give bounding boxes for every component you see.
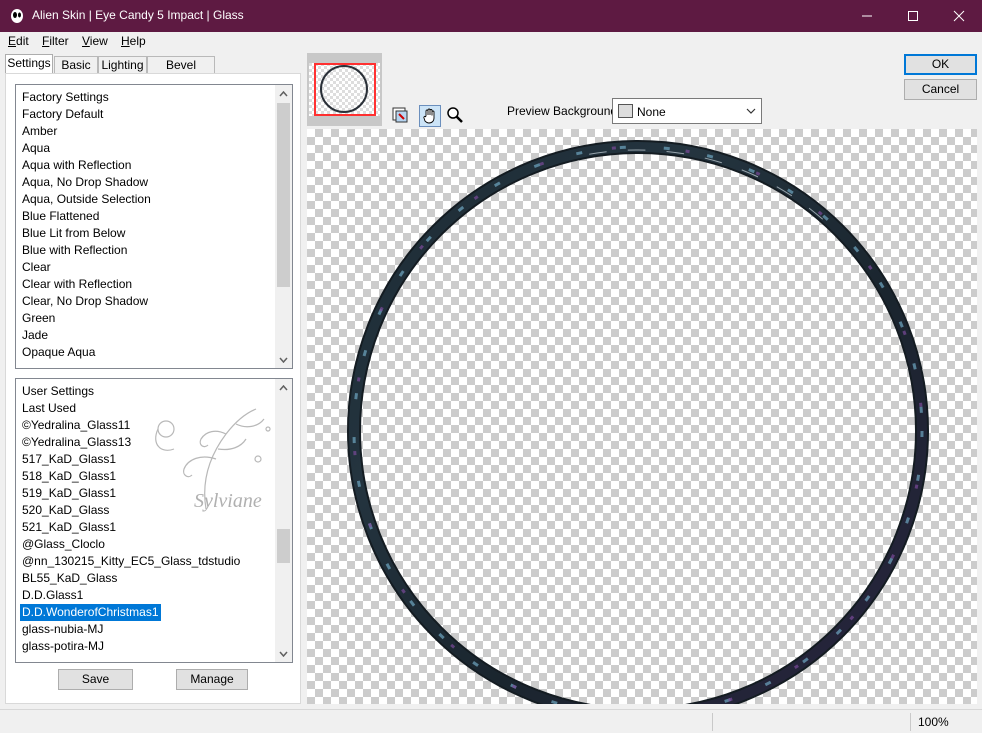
zoom-level: 100% bbox=[918, 715, 949, 729]
preview-canvas[interactable] bbox=[307, 129, 977, 704]
list-item[interactable]: Green bbox=[22, 310, 55, 327]
magnifier-icon bbox=[447, 107, 463, 123]
list-item[interactable]: Clear with Reflection bbox=[22, 276, 132, 293]
list-item[interactable]: Aqua with Reflection bbox=[22, 157, 131, 174]
preview-background-select[interactable]: None bbox=[612, 98, 762, 124]
settings-panel: Factory Settings Factory Default Amber Aqu… bbox=[5, 73, 301, 704]
menu-filter[interactable]: Filter bbox=[42, 34, 69, 48]
status-separator bbox=[910, 713, 911, 731]
status-separator bbox=[712, 713, 713, 731]
chevron-down-icon bbox=[746, 108, 756, 114]
chevron-up-icon bbox=[279, 90, 288, 96]
list-item[interactable]: Clear bbox=[22, 259, 51, 276]
menu-view-key: V bbox=[82, 34, 90, 48]
window-title: Alien Skin | Eye Candy 5 Impact | Glass bbox=[32, 8, 244, 22]
user-scrollbar[interactable] bbox=[275, 379, 292, 662]
ok-button[interactable]: OK bbox=[904, 54, 977, 75]
watermark-signature: Sylviane bbox=[194, 490, 262, 512]
zoom-tool-button[interactable] bbox=[445, 105, 467, 127]
scroll-down-arrow[interactable] bbox=[275, 645, 292, 662]
list-item[interactable]: @nn_130215_Kitty_EC5_Glass_tdstudio bbox=[22, 553, 240, 570]
menu-edit-label: dit bbox=[16, 34, 29, 48]
menu-edit[interactable]: Edit bbox=[8, 34, 29, 48]
list-item[interactable]: Aqua bbox=[22, 140, 50, 157]
list-item[interactable]: @Glass_Cloclo bbox=[22, 536, 105, 553]
user-settings-list[interactable]: User Settings Last Used ©Yedralina_Glass1… bbox=[15, 378, 293, 663]
list-item[interactable]: 517_KaD_Glass1 bbox=[22, 451, 116, 468]
hand-icon bbox=[423, 108, 435, 124]
list-item[interactable]: D.D.Glass1 bbox=[22, 587, 83, 604]
tab-settings[interactable]: Settings bbox=[5, 54, 53, 74]
maximize-icon bbox=[908, 11, 918, 21]
factory-settings-header: Factory Settings bbox=[22, 90, 109, 104]
minimize-icon bbox=[862, 15, 872, 17]
background-swatch bbox=[618, 104, 633, 118]
close-button[interactable] bbox=[936, 0, 982, 32]
factory-settings-list[interactable]: Factory Settings Factory Default Amber Aqu… bbox=[15, 84, 293, 369]
list-item[interactable]: BL55_KaD_Glass bbox=[22, 570, 117, 587]
chevron-up-icon bbox=[279, 384, 288, 390]
chevron-down-icon bbox=[279, 357, 288, 363]
preview-thumbnail[interactable] bbox=[307, 53, 382, 126]
preview-background-value: None bbox=[637, 105, 666, 119]
hand-tool-button[interactable] bbox=[419, 105, 441, 127]
scroll-thumb[interactable] bbox=[277, 529, 290, 563]
menu-view-label: iew bbox=[89, 34, 108, 48]
list-item[interactable]: Last Used bbox=[22, 400, 76, 417]
watermark-flourish-icon: Sylviane bbox=[155, 408, 271, 512]
title-bar: Alien Skin | Eye Candy 5 Impact | Glass bbox=[0, 0, 982, 32]
maximize-button[interactable] bbox=[890, 0, 936, 32]
tab-lighting[interactable]: Lighting bbox=[98, 56, 147, 73]
save-button[interactable]: Save bbox=[58, 669, 133, 690]
list-item[interactable]: 521_KaD_Glass1 bbox=[22, 519, 116, 536]
list-item[interactable]: Clear, No Drop Shadow bbox=[22, 293, 148, 310]
menu-edit-key: E bbox=[8, 34, 17, 48]
minimize-button[interactable] bbox=[844, 0, 890, 32]
alien-head-icon bbox=[11, 9, 23, 23]
list-item[interactable]: Aqua, Outside Selection bbox=[22, 191, 151, 208]
list-item[interactable]: Amber bbox=[22, 123, 57, 140]
list-item[interactable]: Blue Lit from Below bbox=[22, 225, 125, 242]
list-item[interactable]: 520_KaD_Glass bbox=[22, 502, 109, 519]
thumbnail-image bbox=[309, 63, 380, 116]
user-settings-header: User Settings bbox=[22, 384, 95, 398]
manage-button[interactable]: Manage bbox=[176, 669, 248, 690]
menu-help-key: H bbox=[121, 34, 130, 48]
list-item[interactable]: glass-potira-MJ bbox=[22, 638, 104, 655]
menu-help-label: elp bbox=[129, 34, 146, 48]
chevron-down-icon bbox=[279, 651, 288, 657]
menu-filter-label: ilter bbox=[49, 34, 69, 48]
list-item[interactable]: Aqua, No Drop Shadow bbox=[22, 174, 148, 191]
preview-toggle-button[interactable] bbox=[390, 105, 412, 127]
close-icon bbox=[953, 10, 965, 22]
list-item[interactable]: 518_KaD_Glass1 bbox=[22, 468, 116, 485]
menu-help[interactable]: Help bbox=[121, 34, 146, 48]
preview-background-label: Preview Background: bbox=[507, 104, 621, 118]
list-item[interactable]: Opaque Aqua bbox=[22, 344, 95, 361]
factory-scrollbar[interactable] bbox=[275, 85, 292, 368]
tab-bevel-profile[interactable]: Bevel Profile bbox=[147, 56, 215, 89]
list-item[interactable]: Jade bbox=[22, 327, 48, 344]
scroll-thumb[interactable] bbox=[277, 103, 290, 287]
menu-bar: Edit Filter View Help bbox=[0, 32, 982, 51]
scroll-down-arrow[interactable] bbox=[275, 351, 292, 368]
list-item[interactable]: 519_KaD_Glass1 bbox=[22, 485, 116, 502]
cancel-button[interactable]: Cancel bbox=[904, 79, 977, 100]
menu-view[interactable]: View bbox=[82, 34, 108, 48]
before-after-icon bbox=[392, 107, 408, 123]
glass-ring-preview bbox=[347, 140, 929, 704]
scroll-up-arrow[interactable] bbox=[275, 379, 292, 396]
list-item[interactable]: D.D.WonderofChristmas1 bbox=[19, 603, 162, 622]
list-item[interactable]: Blue Flattened bbox=[22, 208, 99, 225]
tab-basic[interactable]: Basic bbox=[54, 56, 98, 73]
list-item[interactable]: ©Yedralina_Glass11 bbox=[22, 417, 130, 434]
scroll-up-arrow[interactable] bbox=[275, 85, 292, 102]
list-item[interactable]: glass-nubia-MJ bbox=[22, 621, 103, 638]
status-bar: 100% bbox=[0, 709, 982, 733]
list-item[interactable]: Blue with Reflection bbox=[22, 242, 127, 259]
list-item[interactable]: Factory Default bbox=[22, 106, 103, 123]
list-item[interactable]: ©Yedralina_Glass13 bbox=[22, 434, 131, 451]
thumbnail-ring-icon bbox=[309, 63, 380, 116]
